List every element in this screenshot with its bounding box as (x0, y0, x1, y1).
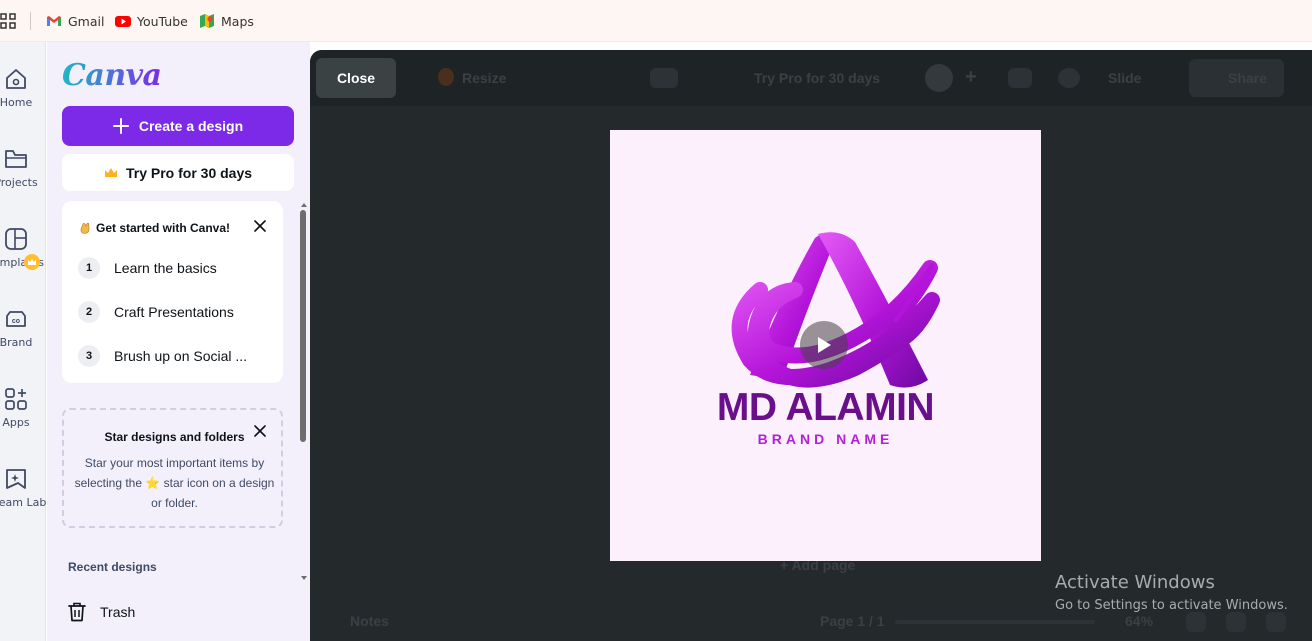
dimmed-pages-icon (1226, 612, 1246, 632)
close-preview-label: Close (336, 70, 376, 86)
dimmed-avatar (925, 64, 953, 92)
rail-label: Dream Lab (0, 496, 47, 509)
dimmed-zoom-slider (895, 620, 1095, 624)
activate-windows-subtitle: Go to Settings to activate Windows. (1055, 598, 1288, 613)
dream-lab-icon (6, 469, 26, 489)
create-design-label: Create a design (138, 118, 244, 134)
get-started-card: Get started with Canva! 1 Learn the basi… (62, 201, 283, 383)
trash-label: Trash (100, 604, 136, 620)
create-design-button[interactable]: Create a design (62, 106, 294, 146)
brand-subtitle-text: BRAND NAME (757, 431, 894, 447)
bookmarks-separator (30, 12, 31, 30)
dimmed-share-label: Share (1228, 70, 1267, 86)
rail-label: Projects (0, 176, 38, 189)
step-label: Learn the basics (114, 260, 217, 276)
dimmed-notes-label: Notes (350, 613, 389, 629)
bookmarks-bar: Gmail YouTube Maps (0, 0, 1312, 42)
rail-item-projects[interactable]: Projects (0, 146, 46, 202)
play-button[interactable] (800, 321, 848, 369)
scroll-up-arrow-icon[interactable] (301, 203, 307, 207)
close-icon[interactable] (253, 424, 267, 438)
dimmed-grid-view-icon (1186, 612, 1206, 632)
apps-icon (5, 388, 27, 410)
recent-designs-heading: Recent designs (68, 560, 157, 574)
youtube-icon (115, 16, 131, 27)
dimmed-plus-icon: + (965, 66, 977, 88)
step-item-craft-presentations[interactable]: 2 Craft Presentations (78, 301, 234, 323)
brand-title-text: MD ALAMIN (716, 386, 935, 429)
rail-item-dream-lab[interactable]: Dream Lab (0, 466, 46, 522)
bookmark-gmail[interactable]: Gmail (46, 11, 104, 31)
bookmark-youtube[interactable]: YouTube (115, 11, 188, 31)
step-label: Brush up on Social ... (114, 348, 248, 364)
dimmed-cloud-icon (650, 68, 678, 88)
bookmark-label: Maps (221, 13, 254, 29)
rail-label: Apps (2, 416, 30, 429)
rail-label: Brand (0, 336, 33, 349)
star-tip-body: Star your most important items by select… (74, 456, 275, 510)
preview-overlay: Resize Try Pro for 30 days + Slide Share… (310, 50, 1312, 641)
step-number: 2 (78, 301, 100, 323)
star-tip-title: Star designs and folders (104, 430, 245, 444)
dimmed-page-indicator: Page 1 / 1 (820, 613, 885, 629)
step-item-learn-basics[interactable]: 1 Learn the basics (78, 257, 217, 279)
dimmed-zoom-label: 64% (1125, 613, 1154, 629)
step-number: 1 (78, 257, 100, 279)
left-rail: Home Projects Templates co Brand (0, 42, 46, 641)
resize-icon (438, 68, 454, 86)
dimmed-fullscreen-icon (1266, 612, 1286, 632)
activate-windows-title: Activate Windows (1055, 572, 1215, 593)
dimmed-try-pro-label: Try Pro for 30 days (754, 70, 881, 86)
play-icon (818, 337, 831, 353)
templates-icon (5, 228, 27, 250)
rail-item-apps[interactable]: Apps (0, 386, 46, 442)
scroll-down-arrow-icon[interactable] (301, 576, 307, 580)
bookmark-label: YouTube (137, 13, 188, 29)
waving-hand-icon (80, 222, 90, 234)
close-icon[interactable] (253, 219, 267, 233)
dimmed-chart-icon (1008, 68, 1032, 88)
bookmark-label: Gmail (68, 13, 105, 29)
dimmed-resize-label: Resize (462, 70, 507, 86)
plus-icon (112, 118, 129, 134)
get-started-text: Get started with Canva! (96, 221, 231, 235)
step-item-brush-up-social[interactable]: 3 Brush up on Social ... (78, 345, 247, 367)
sidebar-scrollbar[interactable] (300, 210, 306, 442)
svg-text:co: co (12, 318, 20, 325)
apps-grid-icon[interactable] (0, 13, 16, 29)
try-pro-button[interactable]: Try Pro for 30 days (62, 154, 294, 191)
bookmark-maps[interactable]: Maps (199, 11, 254, 31)
home-icon (6, 69, 26, 89)
design-canvas[interactable]: MD ALAMIN BRAND NAME (610, 130, 1041, 561)
rail-item-brand[interactable]: co Brand (0, 306, 46, 362)
folder-icon (5, 150, 27, 168)
step-label: Craft Presentations (114, 304, 234, 320)
rail-item-templates[interactable]: Templates (0, 226, 46, 282)
trash-item[interactable]: Trash (68, 602, 135, 622)
brand-icon: co (6, 311, 26, 327)
crown-badge-icon (24, 254, 40, 270)
canva-window: Gmail YouTube Maps Home rojects mpla s c… (0, 0, 1312, 641)
rail-label: Home (0, 96, 33, 109)
close-preview-button[interactable]: Close (316, 58, 396, 98)
try-pro-label: Try Pro for 30 days (125, 164, 253, 181)
dimmed-comment-icon (1058, 68, 1080, 88)
dimmed-present-label: Slide (1108, 70, 1142, 86)
step-number: 3 (78, 345, 100, 367)
star-tip-card: Star designs and folders Star your most … (62, 408, 283, 528)
canva-logo[interactable]: Canva (62, 58, 162, 93)
rail-item-home[interactable]: Home (0, 66, 46, 122)
maps-icon (200, 14, 214, 28)
trash-icon (68, 602, 86, 622)
gmail-icon (47, 16, 61, 26)
get-started-title: Get started with Canva! (78, 221, 230, 235)
crown-icon (104, 167, 117, 177)
